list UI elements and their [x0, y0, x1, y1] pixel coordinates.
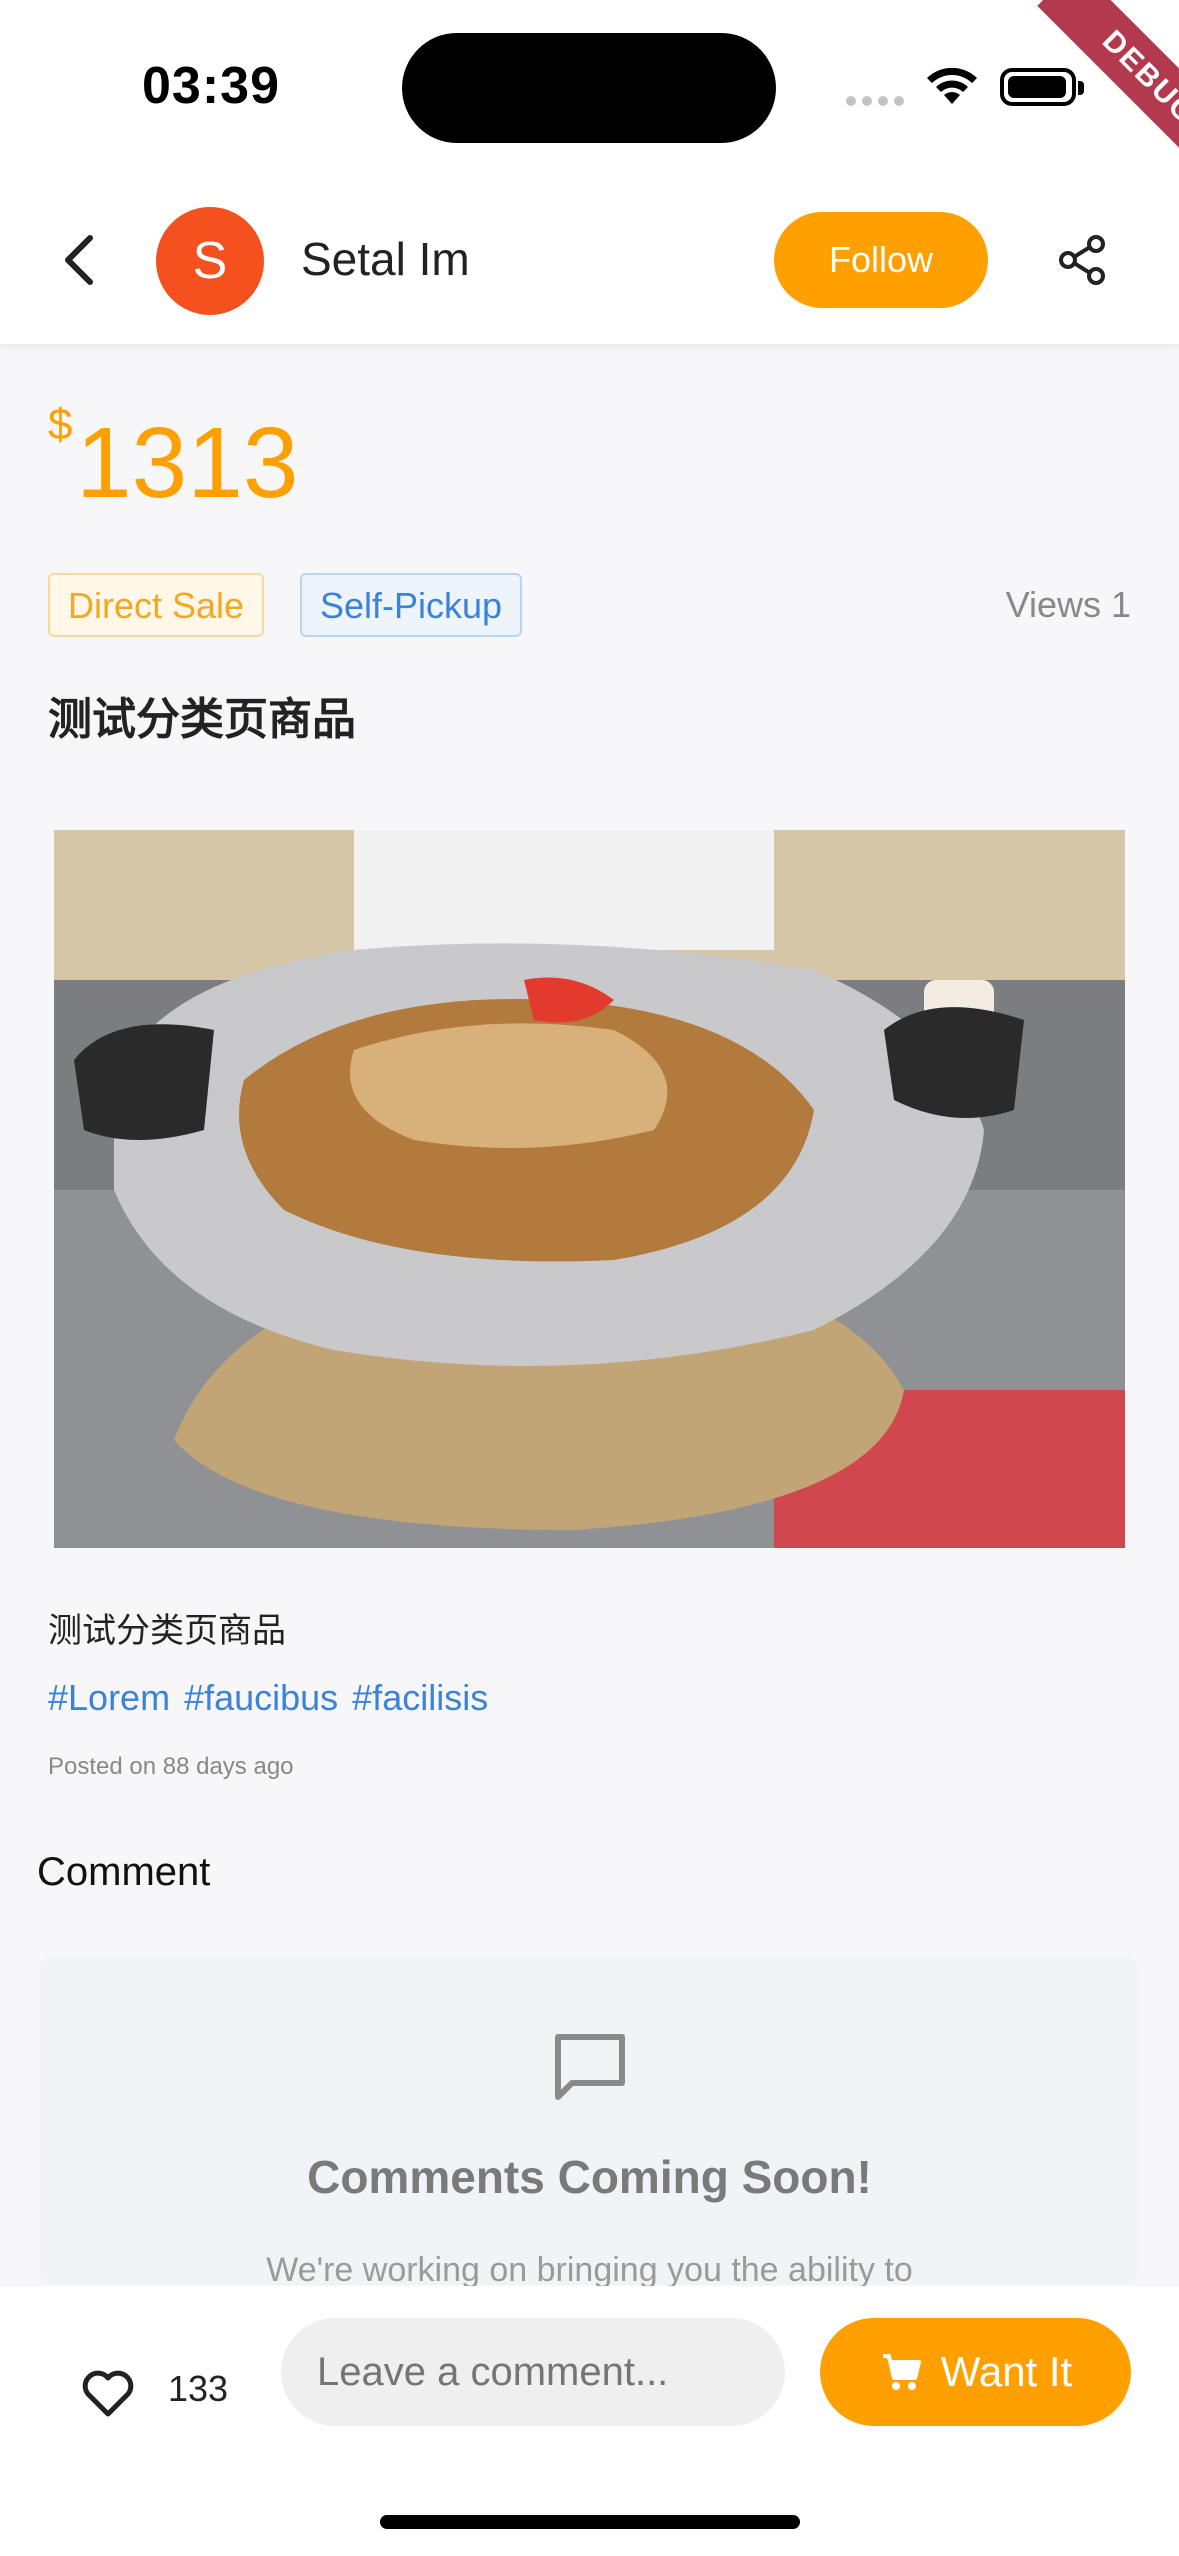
status-time: 03:39: [142, 57, 280, 115]
comment-section-title: Comment: [37, 1850, 211, 1894]
chat-bubble-icon: [555, 2034, 625, 2100]
dynamic-island: [402, 33, 776, 143]
avatar[interactable]: S: [156, 207, 264, 315]
comment-input[interactable]: [281, 2318, 785, 2426]
home-indicator: [380, 2515, 800, 2529]
product-description: 测试分类页商品: [48, 1611, 286, 1651]
price-amount: 1313: [76, 407, 299, 519]
tag-self-pickup: Self-Pickup: [300, 573, 523, 637]
app-header: S Setal Im Follow: [0, 170, 1179, 344]
product-image[interactable]: [54, 830, 1125, 1548]
comments-placeholder: Comments Coming Soon! We're working on b…: [40, 1955, 1139, 2289]
status-bar: 03:39 DEBUG: [0, 0, 1179, 190]
hashtag-link[interactable]: #Lorem: [48, 1677, 170, 1719]
hashtag-link[interactable]: #facilisis: [352, 1677, 488, 1719]
comments-coming-soon-title: Comments Coming Soon!: [307, 2151, 872, 2203]
want-it-button[interactable]: Want It: [820, 2318, 1131, 2426]
heart-icon[interactable]: [80, 2366, 136, 2422]
posted-time: Posted on 88 days ago: [48, 1753, 294, 1780]
wifi-icon: [927, 67, 977, 104]
product-title: 测试分类页商品: [48, 694, 356, 745]
price-currency: $: [48, 400, 73, 449]
hashtag-list: #Lorem #faucibus #facilisis: [48, 1677, 488, 1719]
like-count: 133: [168, 2368, 229, 2409]
want-it-label: Want It: [940, 2348, 1073, 2395]
debug-label: DEBUG: [1037, 0, 1179, 190]
follow-button[interactable]: Follow: [774, 212, 988, 308]
tag-direct-sale: Direct Sale: [48, 573, 265, 637]
back-arrow-icon[interactable]: [56, 230, 106, 290]
comments-coming-soon-text: We're working on bringing you the abilit…: [266, 2251, 913, 2289]
view-count: Views 1: [1005, 584, 1131, 625]
signal-icon: [846, 96, 904, 106]
share-icon[interactable]: [1054, 232, 1110, 288]
cart-icon: [882, 2354, 921, 2390]
hashtag-link[interactable]: #faucibus: [184, 1677, 338, 1719]
seller-name[interactable]: Setal Im: [301, 232, 470, 286]
